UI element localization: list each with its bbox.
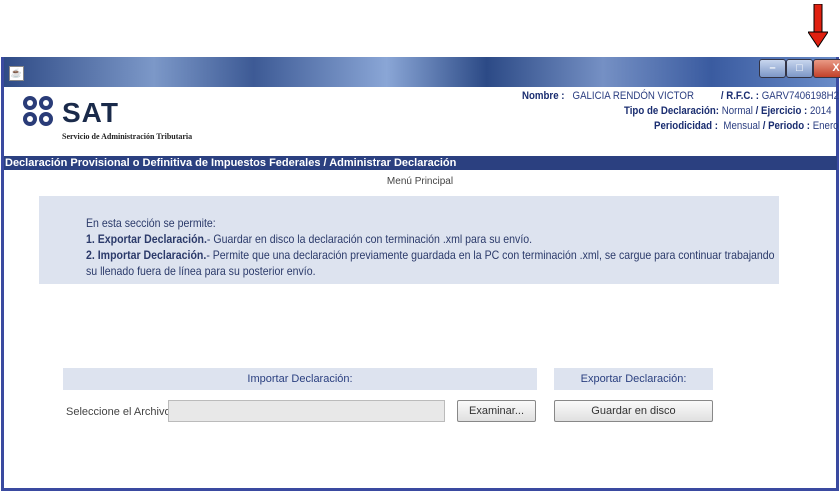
breadcrumb: Declaración Provisional o Definitiva de …: [4, 156, 837, 170]
file-path-input[interactable]: [168, 400, 445, 422]
periodo-value: Enero: [812, 120, 839, 132]
title-bar[interactable]: ☕ – □ X: [4, 57, 840, 87]
periodicidad-label: Periodicidad :: [654, 120, 719, 132]
down-arrow-icon: [808, 4, 828, 48]
save-to-disk-button[interactable]: Guardar en disco: [554, 400, 713, 422]
info-export: 1. Exportar Declaración.- Guardar en dis…: [86, 232, 532, 246]
info-export-text: - Guardar en disco la declaración con te…: [206, 232, 533, 246]
window-controls: – □ X: [759, 59, 840, 78]
select-file-label: Seleccione el Archivo :: [66, 406, 177, 418]
rfc-label: / R.F.C. :: [720, 90, 760, 102]
rfc-value: GARV7406198H2: [761, 90, 840, 102]
tipo-label: Tipo de Declaración:: [624, 105, 720, 117]
export-section-header: Exportar Declaración:: [554, 368, 713, 390]
close-icon[interactable]: X: [813, 59, 840, 78]
nombre-value: GALICIA RENDÓN VICTOR: [572, 90, 694, 102]
info-import-text: - Permite que una declaración previament…: [206, 248, 775, 262]
tipo-value: Normal: [721, 105, 753, 117]
java-icon[interactable]: ☕: [9, 66, 24, 81]
import-section-header: Importar Declaración:: [63, 368, 537, 390]
info-import-title: 2. Importar Declaración.: [86, 248, 207, 262]
periodicity: Periodicidad : Mensual / Periodo : Enero: [654, 120, 839, 132]
declaration-type: Tipo de Declaración: Normal / Ejercicio …: [624, 105, 832, 117]
logo-text: SAT: [62, 97, 119, 128]
info-panel: En esta sección se permite: 1. Exportar …: [39, 196, 779, 284]
taxpayer-info: Nombre : GALICIA RENDÓN VICTOR / R.F.C. …: [522, 90, 839, 102]
menu-title: Menú Principal: [386, 176, 454, 187]
ejercicio-value: 2014: [809, 105, 832, 117]
info-export-title: 1. Exportar Declaración.: [86, 232, 207, 246]
info-import: 2. Importar Declaración.- Permite que un…: [86, 248, 775, 262]
ejercicio-label: / Ejercicio :: [755, 105, 808, 117]
minimize-icon[interactable]: –: [759, 59, 786, 78]
info-intro: En esta sección se permite:: [86, 216, 216, 230]
periodo-label: / Periodo :: [762, 120, 811, 132]
nombre-label: Nombre :: [522, 90, 565, 102]
browse-button[interactable]: Examinar...: [457, 400, 536, 422]
info-import-cont: su llenado fuera de línea para su poster…: [86, 264, 316, 278]
maximize-icon[interactable]: □: [786, 59, 813, 78]
logo-subtitle: Servicio de Administración Tributaria: [62, 132, 193, 141]
sat-logo-icon: [23, 96, 53, 126]
periodicidad-value: Mensual: [723, 120, 760, 132]
app-header: SAT Servicio de Administración Tributari…: [4, 87, 839, 147]
application-window: ☕ – □ X SAT Servicio de Administración T…: [1, 57, 840, 491]
